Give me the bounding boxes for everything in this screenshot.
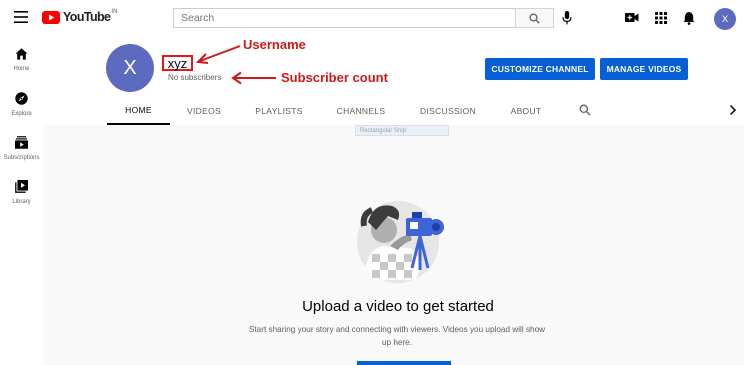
channel-avatar: X: [106, 44, 154, 92]
username-annotation: Username: [243, 37, 306, 52]
tab-playlists[interactable]: PLAYLISTS: [246, 96, 312, 125]
username-arrow-icon: [195, 45, 241, 64]
top-bar: YouTube IN X: [0, 0, 744, 36]
microphone-icon[interactable]: [562, 11, 572, 25]
tab-about[interactable]: ABOUT: [503, 96, 549, 125]
subscriber-count: No subscribers: [168, 73, 222, 82]
hamburger-menu-icon[interactable]: [14, 11, 28, 23]
country-code: IN: [111, 9, 118, 15]
home-icon: [15, 48, 28, 60]
compass-icon: [15, 92, 28, 105]
sidebar-item-library[interactable]: Library: [0, 180, 43, 205]
sidebar-item-label: Library: [12, 199, 31, 205]
snip-label: Rectangular Snip: [360, 127, 407, 134]
sidebar-item-label: Subscriptions: [3, 155, 40, 161]
search-icon: [529, 12, 540, 24]
notifications-bell-icon[interactable]: [683, 11, 695, 25]
channel-name: xyz: [162, 55, 193, 71]
channel-search-icon[interactable]: [579, 104, 591, 116]
empty-state-description: Start sharing your story and connecting …: [248, 325, 546, 347]
customize-channel-button[interactable]: CUSTOMIZE CHANNEL: [485, 58, 595, 80]
manage-videos-button[interactable]: MANAGE VIDEOS: [600, 58, 688, 80]
tab-channels[interactable]: CHANNELS: [328, 96, 394, 125]
sidebar: Home Explore Subscriptions Library: [0, 36, 43, 365]
youtube-logo[interactable]: YouTube IN: [42, 9, 118, 24]
search-button[interactable]: [515, 8, 554, 28]
empty-state-title: Upload a video to get started: [302, 298, 494, 315]
youtube-play-icon: [42, 10, 60, 24]
tab-videos[interactable]: VIDEOS: [178, 96, 230, 125]
library-icon: [15, 180, 28, 193]
tab-home[interactable]: HOME: [107, 96, 170, 125]
sidebar-item-label: Explore: [11, 111, 32, 117]
account-avatar[interactable]: X: [714, 8, 736, 30]
tab-discussion[interactable]: DISCUSSION: [412, 96, 484, 125]
channel-tabs: HOME VIDEOS PLAYLISTS CHANNELS DISCUSSIO…: [43, 96, 744, 125]
camera-person-illustration: [357, 201, 444, 283]
create-video-icon[interactable]: [625, 12, 639, 23]
subscriber-count-annotation: Subscriber count: [281, 70, 388, 85]
subscriptions-icon: [15, 136, 28, 149]
apps-grid-icon[interactable]: [655, 12, 667, 24]
sidebar-item-label: Home: [13, 66, 30, 72]
chevron-right-icon[interactable]: [729, 104, 737, 116]
snip-overlay-tag: Rectangular Snip: [355, 125, 449, 136]
subscriber-arrow-icon: [231, 71, 276, 85]
sidebar-item-subscriptions[interactable]: Subscriptions: [0, 136, 43, 161]
sidebar-item-explore[interactable]: Explore: [0, 92, 43, 117]
upload-video-button[interactable]: [357, 361, 451, 365]
sidebar-item-home[interactable]: Home: [0, 48, 43, 72]
search-input[interactable]: [173, 8, 516, 28]
logo-text: YouTube: [63, 10, 111, 24]
